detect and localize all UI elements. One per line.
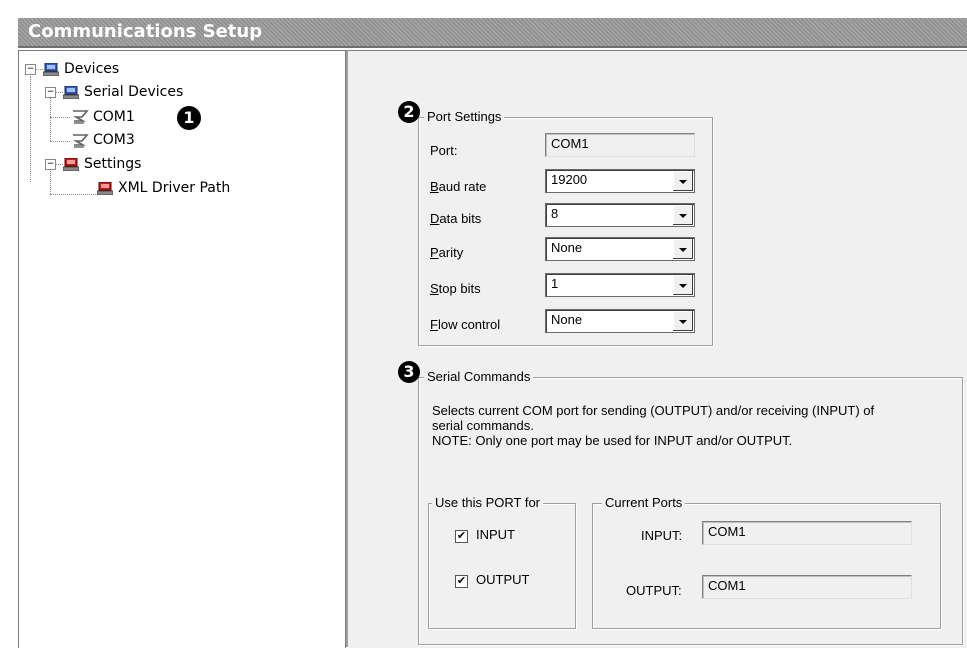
description-line-1: Selects current COM port for sending (OU… (432, 403, 875, 418)
output-checkbox[interactable]: ✔ (455, 575, 468, 588)
tree-connector-line (50, 141, 70, 142)
parity-select[interactable]: None (545, 237, 695, 261)
tree-connector-line (55, 164, 63, 165)
callout-marker-2: 2 (398, 101, 420, 123)
stop-bits-value: 1 (551, 276, 559, 291)
callout-marker-3: 3 (398, 361, 420, 383)
window-title: Communications Setup (28, 21, 263, 42)
data-bits-value: 8 (551, 206, 559, 221)
settings-computer-icon (97, 182, 113, 195)
flow-control-label: Flow control (430, 317, 501, 332)
tree-connector-line (50, 169, 51, 194)
data-bits-select[interactable]: 8 (545, 203, 695, 227)
chevron-down-icon[interactable] (672, 171, 693, 191)
tree-connector-line (35, 69, 43, 70)
serial-port-icon (72, 134, 89, 148)
tree-node-com3-label: COM3 (93, 132, 135, 148)
data-bits-label: Data bits (430, 211, 482, 226)
current-output-field: COM1 (702, 575, 912, 599)
chevron-down-icon[interactable] (672, 311, 693, 331)
baud-rate-label: Baud rate (430, 179, 487, 194)
input-checkbox-label[interactable]: INPUT (476, 527, 515, 542)
tree-node-devices-label: Devices (64, 61, 120, 77)
computer-icon (63, 86, 79, 99)
current-output-label: OUTPUT: (626, 583, 682, 598)
input-checkbox[interactable]: ✔ (455, 530, 468, 543)
chevron-down-icon[interactable] (672, 239, 693, 259)
baud-rate-value: 19200 (551, 172, 588, 187)
baud-rate-select[interactable]: 19200 (545, 169, 695, 193)
serial-port-icon (72, 110, 89, 124)
serial-commands-note: NOTE: Only one port may be used for INPU… (432, 433, 793, 448)
settings-computer-icon (63, 158, 79, 171)
port-field: COM1 (545, 133, 695, 157)
flow-control-select[interactable]: None (545, 309, 695, 333)
tree-connector-line (50, 194, 96, 195)
chevron-down-icon[interactable] (672, 205, 693, 225)
chevron-down-icon[interactable] (672, 275, 693, 295)
use-port-for-group (428, 503, 576, 629)
settings-collapse-toggle[interactable]: − (45, 159, 56, 170)
description-line-2: serial commands. (432, 418, 534, 433)
serial-commands-title: Serial Commands (424, 370, 534, 384)
current-input-field: COM1 (702, 521, 912, 545)
parity-value: None (551, 240, 583, 255)
settings-panel: 2 Port Settings Port: COM1 Baud rate 192… (348, 50, 967, 648)
stop-bits-label: Stop bits (430, 281, 481, 296)
port-label: Port: (430, 143, 458, 158)
device-tree-pane[interactable]: − Devices − Serial Devices COM1 COM3 − S… (18, 50, 346, 648)
tree-connector-line (50, 97, 51, 141)
tree-connector-line (50, 117, 70, 118)
callout-marker-1: 1 (177, 106, 201, 130)
tree-node-xml-driver-path-label: XML Driver Path (118, 180, 231, 196)
current-input-label: INPUT: (641, 528, 683, 543)
serial-commands-description: Selects current COM port for sending (OU… (432, 403, 952, 448)
use-port-for-title: Use this PORT for (432, 496, 543, 510)
current-ports-title: Current Ports (602, 496, 686, 510)
window-title-bar: Communications Setup (18, 18, 967, 48)
port-settings-title: Port Settings (424, 110, 505, 124)
parity-label: Parity (430, 245, 464, 260)
tree-connector-line (30, 76, 31, 182)
tree-node-com1-label: COM1 (93, 109, 135, 125)
tree-node-serial-devices-label: Serial Devices (84, 84, 184, 100)
computer-icon (43, 63, 59, 76)
stop-bits-select[interactable]: 1 (545, 273, 695, 297)
flow-control-value: None (551, 312, 583, 327)
serial-devices-collapse-toggle[interactable]: − (45, 87, 56, 98)
tree-connector-line (55, 92, 63, 93)
tree-node-settings-label: Settings (84, 156, 142, 172)
devices-collapse-toggle[interactable]: − (25, 64, 36, 75)
output-checkbox-label[interactable]: OUTPUT (476, 572, 529, 587)
